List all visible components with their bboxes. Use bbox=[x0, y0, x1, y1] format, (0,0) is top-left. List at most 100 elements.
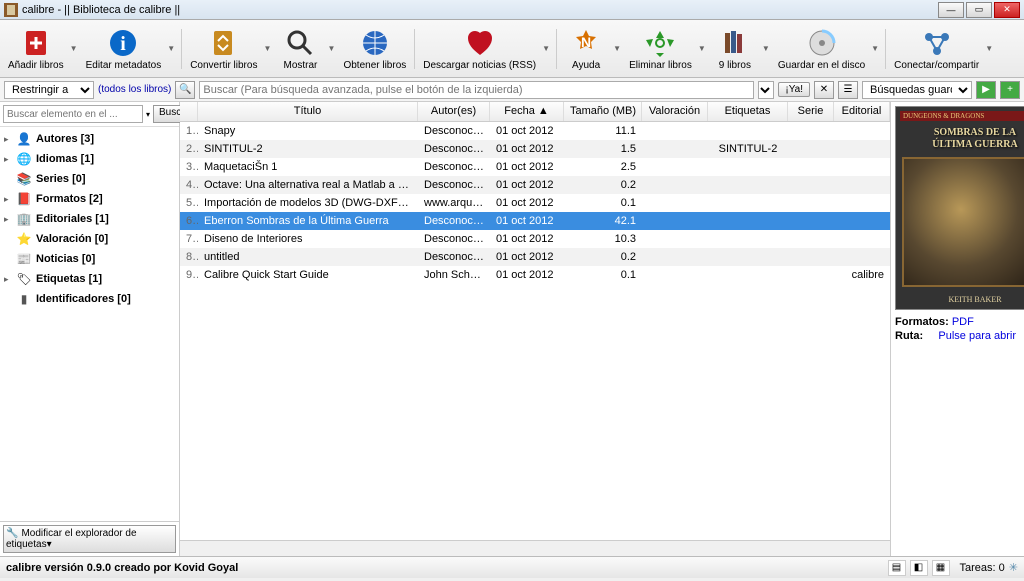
toolbar-dropdown[interactable]: ▼ bbox=[985, 44, 995, 53]
status-version: calibre versión 0.9.0 creado por Kovid G… bbox=[6, 562, 888, 574]
path-link[interactable]: Pulse para abrir bbox=[938, 330, 1016, 342]
col-rating[interactable]: Valoración bbox=[642, 102, 708, 121]
restrict-select[interactable]: Restringir a bbox=[4, 81, 94, 99]
toolbar-dropdown[interactable]: ▼ bbox=[542, 44, 552, 53]
toolbar-info-button[interactable]: iEditar metadatos bbox=[82, 25, 166, 73]
sidebar-search-input[interactable] bbox=[3, 105, 143, 123]
go-button[interactable]: ¡Ya! bbox=[778, 82, 810, 97]
lens-icon bbox=[284, 27, 316, 59]
cell-size: 0.1 bbox=[564, 268, 642, 282]
expand-icon[interactable]: ▸ bbox=[4, 134, 16, 145]
toolbar-dropdown[interactable]: ▼ bbox=[70, 44, 80, 53]
maximize-button[interactable]: ▭ bbox=[966, 2, 992, 18]
cell-rating bbox=[642, 220, 708, 222]
toolbar-dropdown[interactable]: ▼ bbox=[167, 44, 177, 53]
col-size[interactable]: Tamaño (MB) bbox=[564, 102, 642, 121]
book-row[interactable]: 1SnapyDesconocido01 oct 201211.1 bbox=[180, 122, 890, 140]
toolbar-disc-button[interactable]: Guardar en el disco bbox=[774, 25, 869, 73]
horizontal-scrollbar[interactable] bbox=[180, 540, 890, 556]
sidebar-item[interactable]: ▸🌐Idiomas [1] bbox=[0, 149, 179, 169]
sidebar-item[interactable]: ▸🏷Etiquetas [1] bbox=[0, 269, 179, 289]
cell-pub bbox=[834, 148, 890, 150]
sidebar-item[interactable]: ▸📕Formatos [2] bbox=[0, 189, 179, 209]
sidebar-item[interactable]: ⭐Valoración [0] bbox=[0, 229, 179, 249]
toolbar-library-button[interactable]: 9 libros bbox=[710, 25, 760, 73]
toolbar-add-book-button[interactable]: Añadir libros bbox=[4, 25, 68, 73]
book-row[interactable]: 2SINTITUL-2Desconocido01 oct 20121.5SINT… bbox=[180, 140, 890, 158]
sidebar-item[interactable]: 📰Noticias [0] bbox=[0, 249, 179, 269]
toolbar-recycle-button[interactable]: Eliminar libros bbox=[625, 25, 696, 73]
cell-num: 2 bbox=[180, 142, 198, 156]
cell-author: Desconocido bbox=[418, 142, 490, 156]
toolbar-heart-button[interactable]: Descargar noticias (RSS) bbox=[419, 25, 540, 73]
clear-search-button[interactable]: ✕ bbox=[814, 81, 834, 99]
cell-serie bbox=[788, 202, 834, 204]
toolbar-dropdown[interactable]: ▼ bbox=[327, 44, 337, 53]
save-search-button[interactable]: ▶ bbox=[976, 81, 996, 99]
all-libraries-link[interactable]: (todos los libros) bbox=[98, 84, 171, 95]
col-tags[interactable]: Etiquetas bbox=[708, 102, 788, 121]
svg-text:i: i bbox=[121, 33, 127, 55]
cell-date: 01 oct 2012 bbox=[490, 142, 564, 156]
cover-image[interactable]: DUNGEONS & DRAGONS SOMBRAS DE LA ÚLTIMA … bbox=[895, 106, 1024, 310]
book-row[interactable]: 6Eberron Sombras de la Última GuerraDesc… bbox=[180, 212, 890, 230]
col-serie[interactable]: Serie bbox=[788, 102, 834, 121]
col-date[interactable]: Fecha ▲ bbox=[490, 102, 564, 121]
toolbar-lens-button[interactable]: Mostrar bbox=[275, 25, 325, 73]
col-author[interactable]: Autor(es) bbox=[418, 102, 490, 121]
col-publisher[interactable]: Editorial bbox=[834, 102, 890, 121]
add-saved-search-button[interactable]: + bbox=[1000, 81, 1020, 99]
expand-icon[interactable]: ▸ bbox=[4, 274, 16, 285]
cell-rating bbox=[642, 202, 708, 204]
toolbar-dropdown[interactable]: ▼ bbox=[871, 44, 881, 53]
modify-tag-browser-button[interactable]: 🔧Modificar el explorador de etiquetas▾ bbox=[3, 525, 176, 553]
book-row[interactable]: 9Calibre Quick Start GuideJohn Schember0… bbox=[180, 266, 890, 284]
search-input[interactable] bbox=[199, 81, 754, 99]
highlight-button[interactable]: ☰ bbox=[838, 81, 858, 99]
cell-serie bbox=[788, 166, 834, 168]
minimize-button[interactable]: — bbox=[938, 2, 964, 18]
formats-link[interactable]: PDF bbox=[952, 316, 974, 328]
toolbar-globe-button[interactable]: Obtener libros bbox=[339, 25, 410, 73]
advanced-search-button[interactable]: 🔍 bbox=[175, 81, 195, 99]
sidebar-item[interactable]: 📚Series [0] bbox=[0, 169, 179, 189]
grid-button[interactable]: ▦ bbox=[932, 560, 950, 576]
col-number[interactable] bbox=[180, 102, 198, 121]
close-button[interactable]: ✕ bbox=[994, 2, 1020, 18]
toolbar-dropdown[interactable]: ▼ bbox=[263, 44, 273, 53]
col-title[interactable]: Título bbox=[198, 102, 418, 121]
expand-icon[interactable]: ▸ bbox=[4, 154, 16, 165]
category-label: Identificadores [0] bbox=[36, 293, 175, 305]
cell-tags bbox=[708, 166, 788, 168]
toolbar-convert-button[interactable]: Convertir libros bbox=[186, 25, 261, 73]
layout-button[interactable]: ▤ bbox=[888, 560, 906, 576]
cover-browser-button[interactable]: ◧ bbox=[910, 560, 928, 576]
expand-icon[interactable]: ▸ bbox=[4, 194, 16, 205]
sidebar-item[interactable]: ▮Identificadores [0] bbox=[0, 289, 179, 309]
expand-icon[interactable]: ▸ bbox=[4, 214, 16, 225]
toolbar-dropdown[interactable]: ▼ bbox=[698, 44, 708, 53]
toolbar-help-button[interactable]: NAyuda bbox=[561, 25, 611, 73]
main-area: ▾ Buscar ▸👤Autores [3]▸🌐Idiomas [1]📚Seri… bbox=[0, 102, 1024, 556]
toolbar-share-button[interactable]: Conectar/compartir bbox=[890, 25, 983, 73]
search-history-select[interactable] bbox=[758, 81, 774, 99]
jobs-label[interactable]: Tareas: 0 bbox=[960, 562, 1005, 574]
saved-searches-select[interactable]: Búsquedas guardadas bbox=[862, 81, 972, 99]
cell-rating bbox=[642, 166, 708, 168]
cell-author: Desconocido bbox=[418, 250, 490, 264]
category-label: Autores [3] bbox=[36, 133, 175, 145]
sidebar-item[interactable]: ▸👤 Autores [3] bbox=[0, 129, 179, 149]
book-row[interactable]: 4Octave: Una alternativa real a Matlab a… bbox=[180, 176, 890, 194]
cover-title: SOMBRAS DE LA ÚLTIMA GUERRA bbox=[896, 127, 1024, 151]
book-row[interactable]: 5Importación de modelos 3D (DWG-DXF) - C… bbox=[180, 194, 890, 212]
toolbar-dropdown[interactable]: ▼ bbox=[613, 44, 623, 53]
book-row[interactable]: 3MaquetaciŠn 1Desconocido01 oct 20122.5 bbox=[180, 158, 890, 176]
sidebar-item[interactable]: ▸🏢Editoriales [1] bbox=[0, 209, 179, 229]
category-icon: 👤 bbox=[16, 131, 32, 147]
cell-size: 11.1 bbox=[564, 124, 642, 138]
book-list-body[interactable]: 1SnapyDesconocido01 oct 201211.12SINTITU… bbox=[180, 122, 890, 540]
cell-num: 5 bbox=[180, 196, 198, 210]
book-row[interactable]: 8untitledDesconocido01 oct 20120.2 bbox=[180, 248, 890, 266]
book-row[interactable]: 7Diseno de InterioresDesconocido01 oct 2… bbox=[180, 230, 890, 248]
toolbar-dropdown[interactable]: ▼ bbox=[762, 44, 772, 53]
